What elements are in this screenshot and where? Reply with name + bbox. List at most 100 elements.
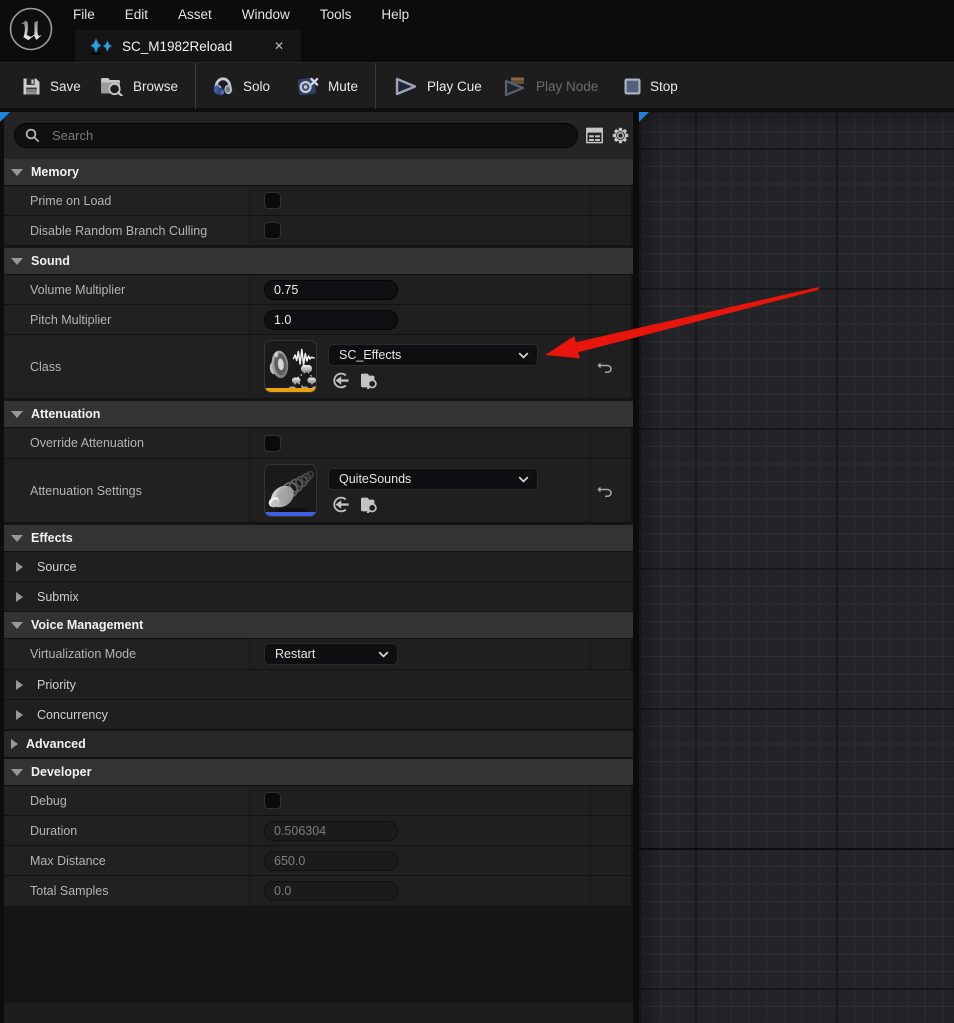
row-pitch-multiplier: Pitch Multiplier 1.0 bbox=[4, 305, 633, 335]
headphones-icon bbox=[212, 76, 234, 96]
property-label: Duration bbox=[30, 824, 77, 838]
property-label: Class bbox=[30, 360, 61, 374]
save-button[interactable]: Save bbox=[22, 63, 81, 109]
menu-file[interactable]: File bbox=[58, 0, 110, 30]
disable-random-branch-culling-checkbox[interactable] bbox=[264, 222, 281, 239]
row-duration: Duration 0.506304 bbox=[4, 816, 633, 846]
debug-checkbox[interactable] bbox=[264, 792, 281, 809]
property-label: Max Distance bbox=[30, 854, 106, 868]
class-dropdown[interactable]: SC_Effects bbox=[328, 344, 538, 366]
unreal-engine-logo[interactable] bbox=[8, 6, 54, 52]
graph-edge-shade bbox=[639, 112, 954, 1023]
property-label: Total Samples bbox=[30, 884, 109, 898]
menu-window[interactable]: Window bbox=[227, 0, 305, 30]
menu-edit[interactable]: Edit bbox=[110, 0, 163, 30]
attenuation-settings-dropdown[interactable]: QuiteSounds bbox=[328, 468, 538, 490]
sound-cue-thumbnail[interactable] bbox=[264, 340, 317, 393]
menu-asset[interactable]: Asset bbox=[163, 0, 227, 30]
chevron-expanded-icon bbox=[11, 169, 23, 176]
mute-speaker-icon bbox=[297, 76, 319, 97]
subcategory-source[interactable]: Source bbox=[4, 552, 633, 582]
solo-button[interactable]: Solo bbox=[212, 63, 270, 109]
chevron-expanded-icon bbox=[11, 622, 23, 629]
use-selected-asset-icon[interactable] bbox=[332, 496, 349, 513]
reset-to-default-icon[interactable] bbox=[597, 484, 613, 498]
attenuation-thumbnail[interactable] bbox=[264, 464, 317, 517]
category-effects[interactable]: Effects bbox=[4, 525, 633, 552]
chevron-collapsed-icon bbox=[16, 592, 23, 602]
play-node-button[interactable]: Play Node bbox=[504, 63, 598, 109]
sound-cue-asset-icon bbox=[88, 37, 114, 55]
chevron-collapsed-icon bbox=[16, 710, 23, 720]
asset-color-bar bbox=[265, 388, 316, 392]
panel-focus-corner bbox=[639, 112, 649, 122]
category-memory[interactable]: Memory bbox=[4, 159, 633, 186]
stop-icon bbox=[624, 78, 641, 95]
row-max-distance: Max Distance 650.0 bbox=[4, 846, 633, 876]
display-mode-icon[interactable] bbox=[585, 126, 604, 145]
tab-bar: SC_M1982Reload ✕ bbox=[0, 30, 954, 62]
subcategory-submix[interactable]: Submix bbox=[4, 582, 633, 612]
details-footer-strip bbox=[4, 1003, 633, 1023]
row-class: Class bbox=[4, 335, 633, 399]
tab-close-icon[interactable]: ✕ bbox=[271, 38, 287, 54]
reset-to-default-icon[interactable] bbox=[597, 360, 613, 374]
search-input[interactable]: Search bbox=[14, 123, 578, 148]
prime-on-load-checkbox[interactable] bbox=[264, 192, 281, 209]
override-attenuation-checkbox[interactable] bbox=[264, 435, 281, 452]
row-virtualization-mode: Virtualization Mode Restart bbox=[4, 639, 633, 670]
category-attenuation[interactable]: Attenuation bbox=[4, 401, 633, 428]
chevron-down-icon bbox=[518, 352, 529, 359]
row-volume-multiplier: Volume Multiplier 0.75 bbox=[4, 275, 633, 305]
property-label: Virtualization Mode bbox=[30, 647, 136, 661]
browse-icon bbox=[100, 76, 124, 96]
sound-cue-graph-panel[interactable] bbox=[639, 112, 954, 1023]
category-advanced[interactable]: Advanced bbox=[4, 731, 633, 758]
row-total-samples: Total Samples 0.0 bbox=[4, 876, 633, 907]
pitch-multiplier-input[interactable]: 1.0 bbox=[264, 310, 398, 330]
play-cue-button[interactable]: Play Cue bbox=[395, 63, 482, 109]
tab-sc-m1982reload[interactable]: SC_M1982Reload ✕ bbox=[75, 30, 301, 62]
menu-tools[interactable]: Tools bbox=[305, 0, 367, 30]
chevron-expanded-icon bbox=[11, 769, 23, 776]
max-distance-input: 650.0 bbox=[264, 851, 398, 871]
duration-input: 0.506304 bbox=[264, 821, 398, 841]
play-node-icon bbox=[504, 77, 527, 96]
details-empty-area bbox=[4, 907, 633, 1003]
category-sound[interactable]: Sound bbox=[4, 248, 633, 275]
details-panel: Search Memory Prime on Load bbox=[0, 112, 633, 1023]
property-label: Pitch Multiplier bbox=[30, 313, 111, 327]
menu-help[interactable]: Help bbox=[366, 0, 424, 30]
browse-to-asset-icon[interactable] bbox=[359, 372, 379, 389]
tab-title: SC_M1982Reload bbox=[122, 39, 232, 54]
details-search-band: Search bbox=[4, 112, 633, 159]
category-voice-management[interactable]: Voice Management bbox=[4, 612, 633, 639]
chevron-expanded-icon bbox=[11, 258, 23, 265]
asset-color-bar bbox=[265, 512, 316, 516]
property-label: Override Attenuation bbox=[30, 436, 144, 450]
mute-button[interactable]: Mute bbox=[297, 63, 358, 109]
subcategory-concurrency[interactable]: Concurrency bbox=[4, 700, 633, 730]
stop-button[interactable]: Stop bbox=[624, 63, 678, 109]
row-disable-random-branch-culling: Disable Random Branch Culling bbox=[4, 216, 633, 246]
property-label: Debug bbox=[30, 794, 67, 808]
subcategory-priority[interactable]: Priority bbox=[4, 670, 633, 700]
chevron-collapsed-icon bbox=[11, 739, 18, 749]
details-rows: Memory Prime on Load Disable Random Bran… bbox=[4, 159, 633, 907]
chevron-down-icon bbox=[378, 651, 389, 658]
toolbar-separator bbox=[195, 63, 196, 109]
browse-to-asset-icon[interactable] bbox=[359, 496, 379, 513]
editor-toolbar: Save Browse Solo Mute bbox=[0, 62, 954, 108]
search-icon bbox=[25, 128, 40, 143]
browse-button[interactable]: Browse bbox=[100, 63, 178, 109]
settings-gear-icon[interactable] bbox=[611, 126, 630, 145]
property-label: Attenuation Settings bbox=[30, 484, 142, 498]
volume-multiplier-input[interactable]: 0.75 bbox=[264, 280, 398, 300]
menu-items: File Edit Asset Window Tools Help bbox=[58, 0, 424, 30]
use-selected-asset-icon[interactable] bbox=[332, 372, 349, 389]
menu-bar: File Edit Asset Window Tools Help bbox=[0, 0, 954, 30]
chevron-expanded-icon bbox=[11, 411, 23, 418]
play-icon bbox=[395, 77, 418, 96]
virtualization-mode-dropdown[interactable]: Restart bbox=[264, 643, 398, 665]
category-developer[interactable]: Developer bbox=[4, 759, 633, 786]
